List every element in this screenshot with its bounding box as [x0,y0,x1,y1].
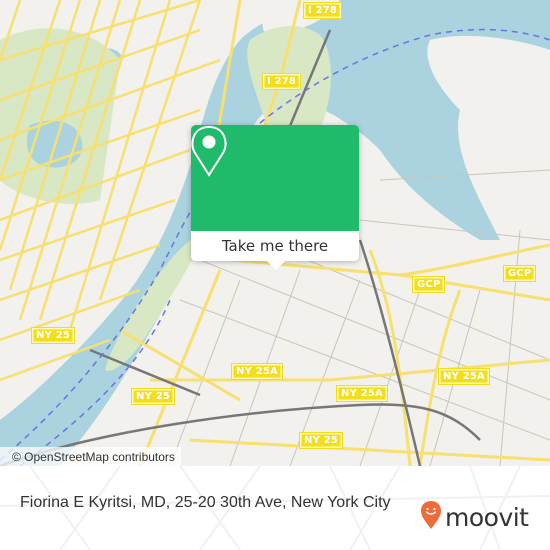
moovit-wordmark: moovit [445,502,529,532]
highway-shield: NY 25 [131,388,176,405]
map-attribution[interactable]: © OpenStreetMap contributors [0,447,181,466]
highway-shield: NY 25A [336,385,388,402]
place-address: Fiorina E Kyritsi, MD, 25-20 30th Ave, N… [20,494,391,511]
moovit-logo[interactable]: moovit [420,500,529,534]
popup-pointer [267,261,285,270]
highway-shield: NY 25A [438,368,490,385]
highway-shield: I 278 [262,73,302,90]
highway-shield: I 278 [303,2,343,19]
highway-shield: NY 25A [231,363,283,380]
take-me-there-label: Take me there [221,237,329,255]
map-view[interactable]: I 278 I 278 GCP GCP NY 25 NY 25 NY 25A N… [0,0,550,466]
destination-popup: Take me there [191,125,359,270]
take-me-there-button[interactable]: Take me there [191,231,359,270]
moovit-pin-icon [420,500,442,534]
highway-shield: GCP [503,265,537,282]
highway-shield: NY 25 [31,327,76,344]
popup-header [191,125,359,231]
highway-shield: GCP [412,276,446,293]
highway-shield: NY 25 [299,432,344,449]
